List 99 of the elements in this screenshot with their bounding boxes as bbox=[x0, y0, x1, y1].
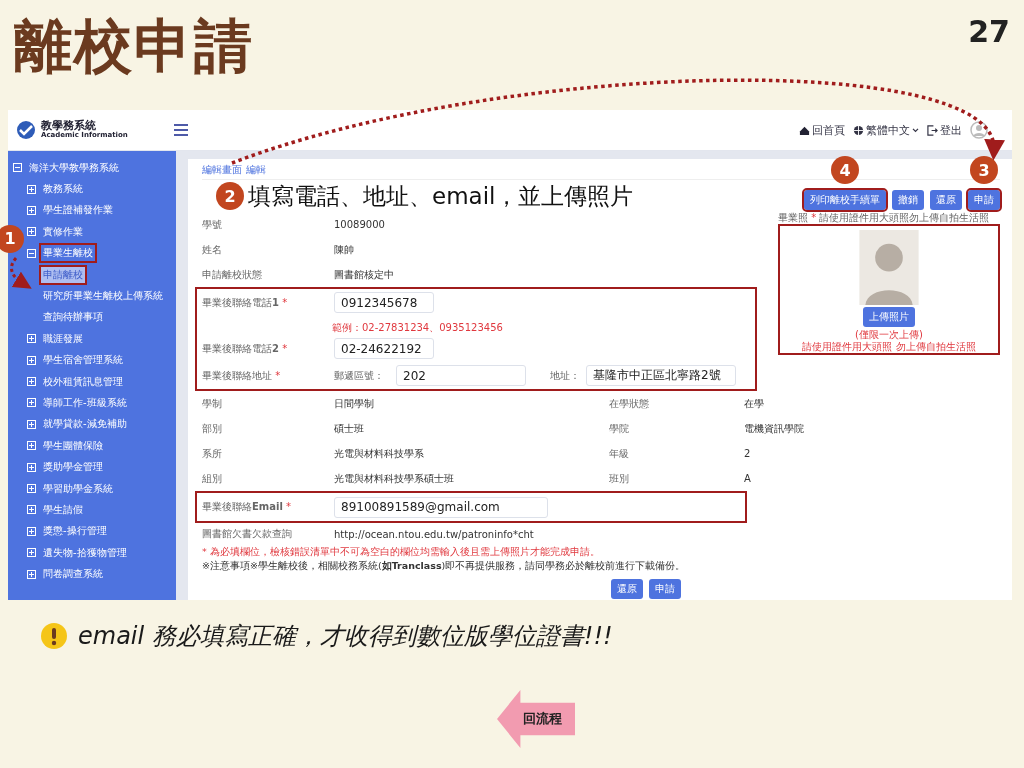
logo-icon bbox=[16, 120, 36, 140]
photo-warning: 請使用證件用大頭照 勿上傳自拍生活照 bbox=[802, 341, 976, 353]
menu-item[interactable]: 學生宿舍管理系統 bbox=[39, 350, 127, 371]
menu-item[interactable]: 學習助學金系統 bbox=[39, 478, 117, 499]
dotted-arrow bbox=[10, 257, 32, 289]
field-label: 圖書館欠書欠款查詢 bbox=[202, 527, 293, 541]
expand-icon[interactable] bbox=[27, 484, 36, 494]
field-label: 在學狀態 bbox=[609, 397, 650, 411]
expand-icon[interactable] bbox=[27, 184, 36, 194]
action-button[interactable]: 撤銷 bbox=[892, 190, 924, 210]
field-value: 圖書館核定中 bbox=[334, 267, 395, 282]
field-label: 學制 bbox=[202, 397, 223, 411]
field-label: 組別 bbox=[202, 472, 223, 486]
field-value: 陳帥 bbox=[334, 242, 355, 257]
input-field[interactable]: 89100891589@gmail.com bbox=[334, 496, 548, 518]
menu-item[interactable]: 遺失物-拾獲物管理 bbox=[39, 542, 131, 563]
notice-text: ※注意事項※學生離校後，相關校務系統(如Tranclass)即不再提供服務，請同學務必於離校前進行下載備份。 bbox=[202, 559, 687, 573]
menu-item[interactable]: 學生證補發作業 bbox=[39, 200, 117, 221]
field-value: 電機資訊學院 bbox=[744, 422, 805, 436]
expand-icon[interactable] bbox=[27, 505, 36, 515]
menu-item[interactable]: 學生請假 bbox=[39, 499, 87, 520]
field-label: 學院 bbox=[609, 422, 630, 436]
menu-item[interactable]: 職涯發展 bbox=[39, 328, 87, 349]
field-label: 畢業後聯絡電話2 * bbox=[202, 341, 289, 356]
field-label: 姓名 bbox=[202, 242, 223, 257]
menu-item[interactable]: 教務系統 bbox=[39, 179, 87, 200]
expand-icon[interactable] bbox=[27, 441, 36, 451]
menu-item[interactable]: 研究所畢業生離校上傳系統 bbox=[39, 286, 167, 307]
step-badge: 1 bbox=[0, 224, 24, 253]
field-label: 畢業後聯絡Email * bbox=[202, 500, 293, 514]
hint-text: 範例：02-27831234、0935123456 bbox=[331, 322, 503, 333]
menu-item[interactable]: 導師工作-班級系統 bbox=[39, 393, 131, 413]
action-button[interactable]: 申請 bbox=[968, 190, 1000, 210]
notice-text: * 為必填欄位，檢核錯誤清單中不可為空白的欄位均需輸入後且需上傳照片才能完成申請。 bbox=[202, 545, 601, 559]
field-label: 申請離校狀態 bbox=[202, 267, 263, 282]
menu-item[interactable]: 申請離校 bbox=[39, 264, 87, 285]
field-value: A bbox=[744, 472, 752, 486]
field-value: 光電與材料科技學系碩士班 bbox=[334, 472, 455, 486]
photo-label: 畢業照 * 請使用證件用大頭照勿上傳自拍生活照 bbox=[778, 212, 991, 224]
action-button[interactable]: 還原 bbox=[930, 190, 962, 210]
field-label: 系所 bbox=[202, 447, 223, 461]
field-value: 10089000 bbox=[334, 219, 386, 230]
input-field[interactable]: 02-24622192 bbox=[334, 338, 434, 359]
form-button[interactable]: 還原 bbox=[611, 579, 643, 599]
field-label: 地址： bbox=[550, 368, 580, 383]
expand-icon[interactable] bbox=[27, 462, 36, 472]
upload-photo-button[interactable]: 上傳照片 bbox=[863, 307, 915, 327]
warning-icon bbox=[40, 622, 68, 650]
breadcrumb-link[interactable]: 編輯畫面 bbox=[202, 163, 242, 177]
back-to-flow-button[interactable]: 回流程 bbox=[497, 690, 575, 748]
menu-item[interactable]: 海洋大學教學務系統 bbox=[25, 157, 123, 178]
action-button[interactable]: 列印離校手續單 bbox=[804, 190, 886, 210]
field-label: 畢業後聯絡電話1 * bbox=[202, 295, 289, 310]
menu-item[interactable]: 畢業生離校 bbox=[39, 243, 97, 264]
field-label: 學號 bbox=[202, 217, 223, 232]
note-text: email 務必填寫正確，才收得到數位版學位證書!!! bbox=[78, 621, 613, 652]
expand-icon[interactable] bbox=[27, 227, 36, 237]
menu-icon[interactable] bbox=[174, 124, 188, 136]
menu-item[interactable]: 實修作業 bbox=[39, 221, 87, 242]
expand-icon[interactable] bbox=[27, 205, 36, 215]
field-value: 碩士班 bbox=[334, 422, 365, 436]
field-value: 光電與材料科技學系 bbox=[334, 447, 425, 461]
expand-icon[interactable] bbox=[27, 355, 36, 365]
page-number: 27 bbox=[968, 13, 1011, 49]
field-label: 班別 bbox=[609, 472, 630, 486]
expand-icon[interactable] bbox=[27, 398, 36, 408]
upload-limit-note: (僅限一次上傳) bbox=[855, 329, 923, 341]
menu-item[interactable]: 查詢待辦事項 bbox=[39, 307, 107, 328]
input-field[interactable]: 202 bbox=[396, 365, 526, 386]
expand-icon[interactable] bbox=[27, 548, 36, 558]
field-label: 畢業後聯絡地址 * bbox=[202, 368, 282, 383]
menu-item[interactable]: 獎助學金管理 bbox=[39, 457, 107, 478]
expand-icon[interactable] bbox=[27, 526, 36, 536]
collapse-icon[interactable] bbox=[13, 163, 22, 173]
menu-item[interactable]: 獎懲-操行管理 bbox=[39, 521, 111, 542]
app-title: 教學務系統 bbox=[41, 120, 96, 133]
field-label: 部別 bbox=[202, 422, 223, 436]
input-field[interactable]: 基隆市中正區北寧路2號 bbox=[586, 365, 736, 386]
expand-icon[interactable] bbox=[27, 377, 36, 387]
field-value: 在學 bbox=[744, 397, 765, 411]
menu-item[interactable]: 校外租賃訊息管理 bbox=[39, 371, 127, 392]
breadcrumb-link[interactable]: 編輯 bbox=[246, 163, 266, 177]
expand-icon[interactable] bbox=[27, 419, 36, 429]
form-button[interactable]: 申請 bbox=[649, 579, 681, 599]
menu-item[interactable]: 學生團體保險 bbox=[39, 435, 107, 456]
expand-icon[interactable] bbox=[27, 334, 36, 344]
field-label: 郵遞區號： bbox=[334, 368, 384, 383]
step-badge: 2 bbox=[216, 182, 244, 210]
instruction-text: 填寫電話、地址、email，並上傳照片 bbox=[248, 181, 634, 211]
slide-title: 離校申請 bbox=[13, 11, 254, 82]
library-url: http://ocean.ntou.edu.tw/patroninfo*cht bbox=[334, 528, 535, 540]
collapse-icon[interactable] bbox=[27, 248, 36, 258]
input-field[interactable]: 0912345678 bbox=[334, 292, 434, 313]
field-label: 年級 bbox=[609, 447, 630, 461]
menu-item[interactable]: 問卷調查系統 bbox=[39, 564, 107, 585]
menu-item[interactable]: 就學貸款-減免補助 bbox=[39, 414, 131, 435]
expand-icon[interactable] bbox=[27, 569, 36, 579]
field-value: 日間學制 bbox=[334, 397, 375, 411]
field-value: 2 bbox=[744, 447, 752, 461]
